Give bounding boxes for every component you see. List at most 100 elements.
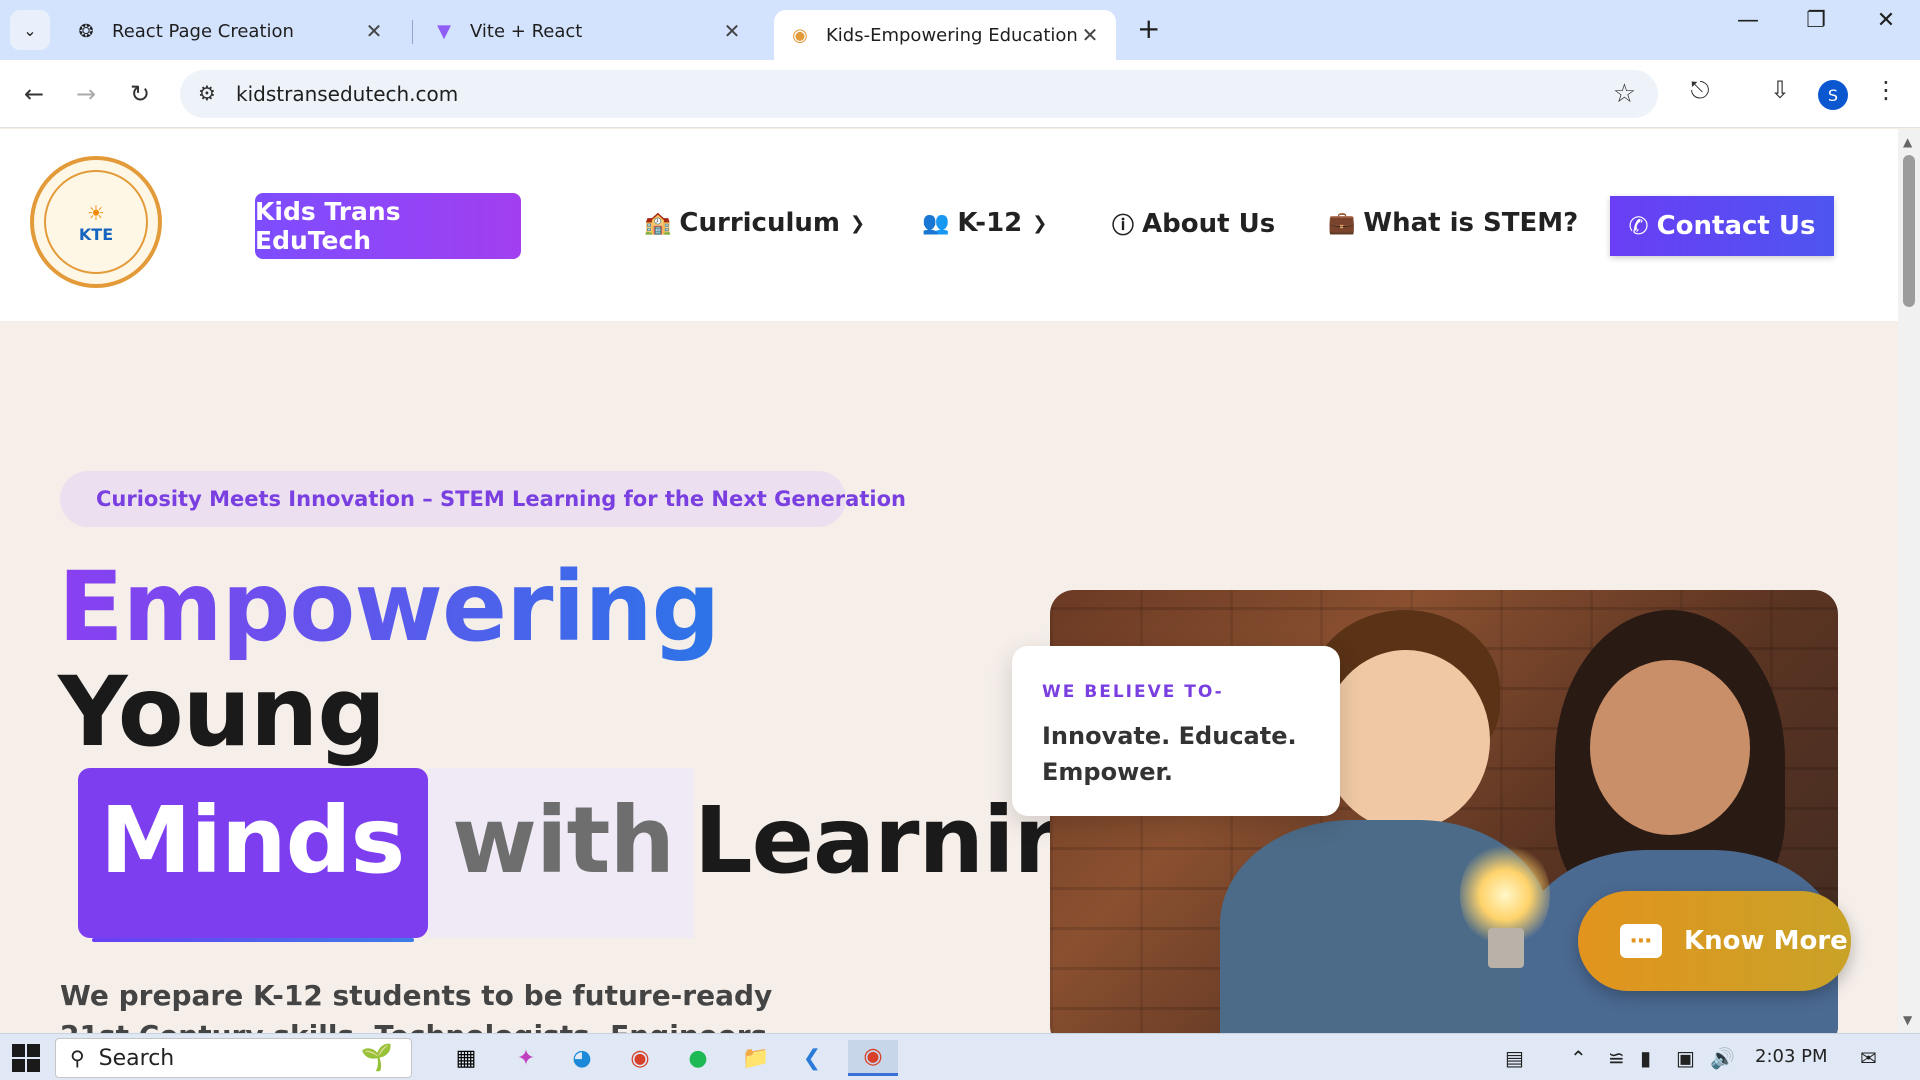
task-view-icon[interactable]: ▦ (446, 1040, 486, 1076)
tab-kids-empowering-education[interactable]: ◉ Kids-Empowering Education ✕ (774, 10, 1116, 60)
search-placeholder: Search (98, 1045, 175, 1071)
scroll-down-icon[interactable]: ▼ (1903, 1013, 1912, 1027)
tab-vite-react[interactable]: ▼ Vite + React ✕ (418, 10, 758, 52)
nav-k12[interactable]: 👥 K-12 ❯ (922, 208, 1047, 238)
site-header: ☀ KTE Kids Trans EduTech 🏫 Curriculum ❯ … (0, 129, 1898, 321)
nav-what-is-stem[interactable]: 💼 What is STEM? (1328, 208, 1578, 238)
edge-icon[interactable]: ◕ (562, 1040, 602, 1076)
menu-icon[interactable]: ⋮ (1868, 76, 1904, 104)
nav-about-us[interactable]: ⓘ About Us (1112, 208, 1275, 240)
minimize-icon[interactable]: — (1728, 8, 1768, 33)
tab-title: React Page Creation (112, 20, 294, 42)
info-icon: ⓘ (1112, 214, 1135, 239)
restore-icon[interactable]: ❐ (1796, 8, 1836, 33)
search-icon: ⚲ (70, 1046, 85, 1070)
battery-icon[interactable]: ▮ (1640, 1046, 1651, 1070)
tab-search-button[interactable]: ⌄ (10, 10, 50, 50)
know-more-button[interactable]: ⋯ Know More (1578, 891, 1851, 991)
headline-empowering: Empowering (58, 551, 720, 663)
boy-face (1322, 650, 1490, 830)
brand-button[interactable]: Kids Trans EduTech (255, 193, 521, 259)
contact-us-button[interactable]: ✆ Contact Us (1610, 196, 1834, 256)
nav-curriculum[interactable]: 🏫 Curriculum ❯ (644, 208, 865, 238)
browser-toolbar: ← → ↻ ⚙ kidstransedutech.com ☆ ⎋ ⇩ ⋮ (0, 60, 1920, 128)
browser-tabstrip: ⌄ ❂ React Page Creation ✕ ▼ Vite + React… (0, 0, 1920, 60)
nav-label: Curriculum (679, 208, 840, 238)
screen: ⌄ ❂ React Page Creation ✕ ▼ Vite + React… (0, 0, 1920, 1080)
nav-label: About Us (1142, 209, 1276, 239)
chrome-active-icon[interactable]: ◉ (848, 1040, 898, 1076)
chevron-down-icon: ⌄ (23, 20, 37, 40)
nav-label: K-12 (957, 208, 1023, 238)
windows-taskbar: ⚲ Search 🌱 ▦ ✦ ◕ ◉ ● 📁 ❮ ◉ ▤ ⌃ ≌ ▮ ▣ 🔊 2… (0, 1033, 1920, 1080)
chevron-down-icon: ❯ (850, 212, 866, 234)
volume-icon[interactable]: 🔊 (1710, 1046, 1735, 1070)
hero-description: We prepare K-12 students to be future-re… (60, 979, 773, 1033)
back-icon[interactable]: ← (16, 76, 52, 112)
forward-icon[interactable]: → (68, 76, 104, 112)
believe-message: Innovate. Educate. Empower. (1042, 722, 1297, 786)
hero-tagline-pill: Curiosity Meets Innovation – STEM Learni… (60, 471, 906, 527)
reload-icon[interactable]: ↻ (122, 76, 158, 112)
camera-icon[interactable]: ▣ (1676, 1046, 1695, 1070)
news-widget-icon[interactable]: ▤ (1505, 1046, 1524, 1070)
tab-react-page-creation[interactable]: ❂ React Page Creation ✕ (60, 10, 400, 52)
site-logo[interactable]: ☀ KTE (30, 156, 162, 288)
spotify-icon[interactable]: ● (678, 1040, 718, 1076)
taskbar-clock[interactable]: 2:03 PM (1755, 1046, 1828, 1067)
taskbar-search[interactable]: ⚲ Search 🌱 (55, 1038, 412, 1078)
girl-face (1590, 660, 1750, 835)
briefcase-icon: 💼 (1328, 210, 1356, 236)
phone-icon: ✆ (1628, 212, 1649, 240)
headline-young: Young (58, 656, 386, 768)
wifi-icon[interactable]: ≌ (1608, 1046, 1625, 1070)
vscode-icon[interactable]: ❮ (792, 1040, 832, 1076)
download-icon[interactable]: ⇩ (1762, 76, 1798, 104)
url-text[interactable]: kidstransedutech.com (236, 82, 458, 106)
tab-title: Kids-Empowering Education (826, 24, 1078, 46)
users-icon: 👥 (922, 210, 950, 236)
window-close-icon[interactable]: ✕ (1866, 8, 1906, 33)
tab-separator (412, 20, 413, 44)
bookmark-star-icon[interactable]: ☆ (1613, 79, 1636, 109)
nav-label: What is STEM? (1363, 208, 1579, 238)
tagline-text: Curiosity Meets Innovation – STEM Learni… (96, 487, 906, 511)
believe-label: WE BELIEVE TO- (1042, 682, 1224, 702)
show-hidden-icons[interactable]: ⌃ (1570, 1046, 1587, 1070)
logo-text: KTE (78, 224, 114, 244)
profile-avatar[interactable]: S (1818, 80, 1848, 110)
close-icon[interactable]: ✕ (720, 19, 744, 43)
contact-label: Contact Us (1656, 211, 1816, 241)
page-scrollbar[interactable]: ▲ ▼ (1898, 129, 1920, 1033)
school-icon: 🏫 (644, 210, 672, 236)
logo-badge: ☀ KTE (44, 170, 148, 274)
headline-with: with (452, 787, 675, 894)
hero-section: Curiosity Meets Innovation – STEM Learni… (0, 321, 1898, 1033)
copilot-icon[interactable]: ✦ (506, 1040, 546, 1076)
extensions-icon[interactable]: ⎋ (1682, 76, 1718, 104)
vite-icon: ▼ (437, 20, 451, 42)
file-explorer-icon[interactable]: 📁 (736, 1040, 776, 1076)
kte-icon: ◉ (792, 24, 808, 46)
chrome-icon[interactable]: ◉ (620, 1040, 660, 1076)
chevron-down-icon: ❯ (1032, 212, 1048, 234)
scroll-thumb[interactable] (1903, 155, 1915, 307)
windows-start-icon[interactable] (12, 1044, 40, 1072)
address-bar[interactable]: ⚙ kidstransedutech.com ☆ (180, 70, 1658, 118)
lightbulb-icon: ☀ (87, 200, 105, 225)
know-more-label: Know More (1684, 926, 1848, 956)
plant-icon: 🌱 (360, 1043, 393, 1073)
chat-icon: ⋯ (1620, 924, 1662, 958)
lightbulb-base (1488, 928, 1524, 968)
believe-card: WE BELIEVE TO- Innovate. Educate. Empowe… (1012, 646, 1340, 816)
minds-underline (92, 938, 414, 942)
close-icon[interactable]: ✕ (362, 19, 386, 43)
new-tab-button[interactable]: + (1137, 12, 1160, 45)
site-info-icon[interactable]: ⚙ (198, 81, 216, 105)
close-icon[interactable]: ✕ (1078, 23, 1102, 47)
headline-minds: Minds (100, 787, 405, 894)
scroll-up-icon[interactable]: ▲ (1903, 135, 1912, 149)
tab-title: Vite + React (470, 20, 583, 42)
openai-icon: ❂ (78, 20, 94, 42)
notifications-icon[interactable]: ✉ (1860, 1046, 1877, 1070)
